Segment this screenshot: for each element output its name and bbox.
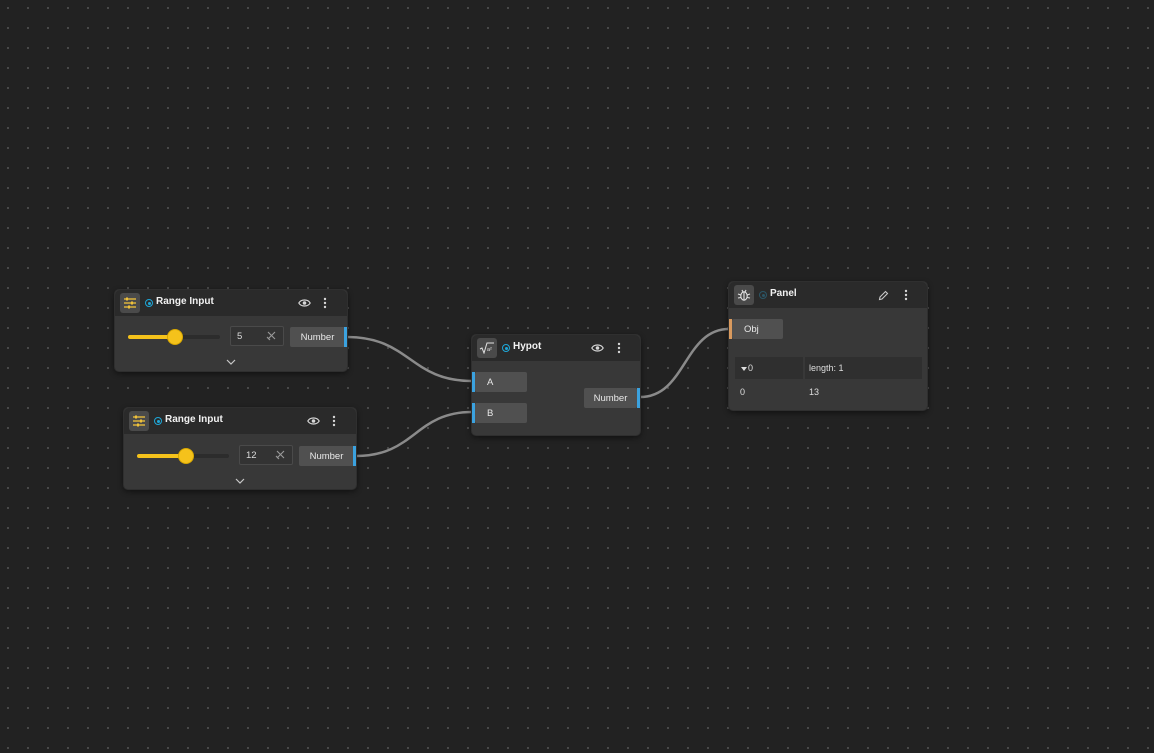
output-port[interactable] bbox=[344, 327, 347, 347]
input-a-pill[interactable]: A bbox=[475, 372, 527, 392]
range-slider[interactable] bbox=[128, 330, 220, 344]
more-vertical-icon[interactable] bbox=[898, 287, 914, 303]
node-title: Range Input bbox=[156, 296, 214, 307]
more-vertical-icon[interactable] bbox=[326, 413, 342, 429]
wire-range1-to-hypot-a bbox=[346, 335, 473, 383]
more-vertical-icon[interactable] bbox=[611, 340, 627, 356]
more-vertical-icon[interactable] bbox=[317, 295, 333, 311]
row-value: length: 1 bbox=[809, 363, 844, 373]
eye-icon[interactable] bbox=[305, 413, 321, 429]
range-input-node-2[interactable]: Range Input 12 Number bbox=[123, 407, 357, 490]
expand-caret-icon[interactable] bbox=[741, 364, 747, 374]
output-number-pill[interactable]: Number bbox=[290, 327, 345, 347]
status-indicator bbox=[154, 417, 162, 425]
value-input[interactable]: 12 bbox=[239, 445, 293, 465]
slider-thumb[interactable] bbox=[168, 330, 182, 344]
clear-x-icon[interactable] bbox=[266, 330, 277, 344]
eye-icon[interactable] bbox=[589, 340, 605, 356]
output-port[interactable] bbox=[637, 388, 640, 408]
row-key: 0 bbox=[748, 363, 754, 373]
svg-text:a²: a² bbox=[487, 347, 492, 353]
sqrt-formula-icon: a² bbox=[477, 338, 497, 358]
input-obj-pill[interactable]: Obj bbox=[732, 319, 783, 339]
value-input[interactable]: 5 bbox=[230, 326, 284, 346]
sliders-icon bbox=[129, 411, 149, 431]
row-key: 0 bbox=[740, 387, 746, 397]
node-title: Panel bbox=[770, 288, 797, 299]
panel-node[interactable]: Panel Obj 0 length: 1 0 13 bbox=[728, 281, 928, 411]
output-number-pill[interactable]: Number bbox=[299, 446, 354, 466]
output-port[interactable] bbox=[353, 446, 356, 466]
node-title: Range Input bbox=[165, 414, 223, 425]
status-indicator bbox=[145, 299, 153, 307]
slider-thumb[interactable] bbox=[179, 449, 193, 463]
pencil-icon[interactable] bbox=[875, 287, 891, 303]
status-indicator bbox=[759, 291, 767, 299]
value-text: 5 bbox=[237, 331, 243, 342]
wire-range2-to-hypot-b bbox=[355, 410, 473, 458]
bug-icon bbox=[734, 285, 754, 305]
clear-x-icon[interactable] bbox=[275, 449, 286, 463]
sliders-icon bbox=[120, 293, 140, 313]
row-value: 13 bbox=[809, 387, 820, 397]
node-title: Hypot bbox=[513, 341, 542, 352]
output-number-pill[interactable]: Number bbox=[584, 388, 637, 408]
eye-icon[interactable] bbox=[296, 295, 312, 311]
value-text: 12 bbox=[246, 450, 257, 461]
chevron-down-icon[interactable] bbox=[233, 476, 247, 486]
range-slider[interactable] bbox=[137, 449, 229, 463]
node-header[interactable]: a² Hypot bbox=[472, 335, 640, 361]
hypot-node[interactable]: a² Hypot A B Number bbox=[471, 334, 641, 436]
status-indicator bbox=[502, 344, 510, 352]
node-header[interactable]: Panel bbox=[729, 282, 927, 308]
range-input-node-1[interactable]: Range Input 5 Number bbox=[114, 289, 348, 372]
wire-hypot-to-panel bbox=[639, 327, 730, 399]
chevron-down-icon[interactable] bbox=[224, 357, 238, 367]
node-header[interactable]: Range Input bbox=[115, 290, 347, 316]
node-header[interactable]: Range Input bbox=[124, 408, 356, 434]
input-b-pill[interactable]: B bbox=[475, 403, 527, 423]
